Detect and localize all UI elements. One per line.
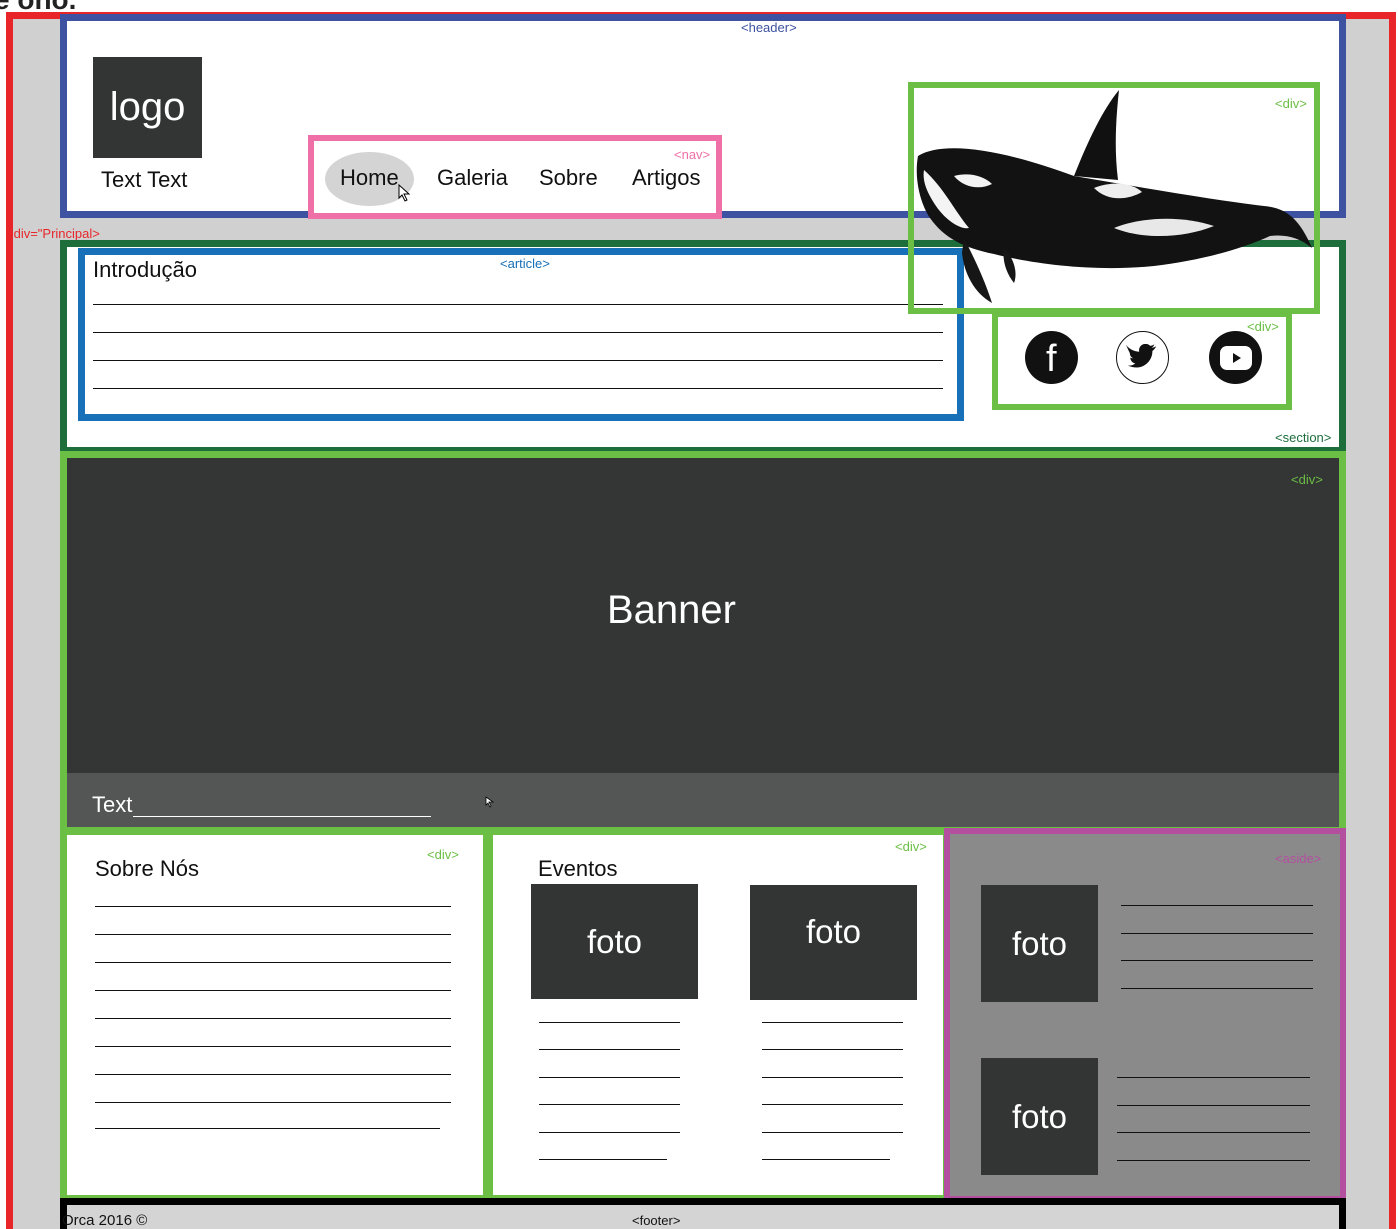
text-placeholder-line [539,1159,667,1160]
text-placeholder-line [95,990,451,991]
article [78,248,964,421]
text-placeholder-line [762,1077,903,1078]
article-title: Introdução [93,257,197,282]
nav-item-home[interactable]: Home [340,165,399,191]
footer-copyright: Orca 2016 © [62,1212,148,1229]
text-placeholder-line [95,1046,451,1047]
nav-item-galeria[interactable]: Galeria [437,165,508,191]
text-placeholder-line [539,1022,680,1023]
text-placeholder-line [1117,1132,1310,1133]
social-div-tag-label: <div> [1247,319,1279,334]
article-tag-label: <article> [500,256,550,271]
principal-tag-label: <div="Principal> [6,226,100,241]
text-placeholder-line [539,1049,680,1050]
whale-div-tag-label: <div> [1275,96,1307,111]
aside-photo[interactable]: foto [981,1058,1098,1175]
mouse-pointer-icon [485,796,495,808]
about-title: Sobre Nós [95,856,199,881]
text-placeholder-line [1117,1105,1310,1106]
logo[interactable]: logo [93,57,202,158]
nav-item-artigos[interactable]: Artigos [632,165,700,191]
aside-tag-label: <aside> [1275,851,1322,866]
text-placeholder-line [93,304,943,305]
text-placeholder-line [95,1018,451,1019]
aside-photo[interactable]: foto [981,885,1098,1002]
text-placeholder-line [93,388,943,389]
orca-image-container [908,82,1320,314]
event-photo[interactable]: foto [531,884,698,999]
text-placeholder-line [539,1077,680,1078]
banner-caption: Text [92,792,133,817]
text-placeholder-line [1121,905,1313,906]
text-placeholder-line [762,1022,903,1023]
twitter-icon[interactable] [1116,331,1169,384]
events-div-tag-label: <div> [895,839,927,854]
about-div-tag-label: <div> [427,847,459,862]
facebook-icon[interactable]: f [1025,331,1078,384]
text-placeholder-line [762,1132,903,1133]
text-placeholder-line [95,1128,440,1129]
banner-div-tag-label: <div> [1291,472,1323,487]
text-placeholder-line [1117,1077,1310,1078]
banner-caption-bar [67,773,1339,827]
text-placeholder-line [93,360,943,361]
text-placeholder-line [762,1049,903,1050]
section-tag-label: <section> [1275,430,1332,445]
text-placeholder-line [1121,960,1313,961]
nav-tag-label: <nav> [674,147,711,162]
text-placeholder-line [95,934,451,935]
text-placeholder-line [762,1159,890,1160]
svg-text:f: f [1046,339,1057,377]
text-placeholder-line [95,962,451,963]
youtube-icon[interactable] [1209,331,1262,384]
caption-placeholder-line [133,816,431,817]
text-placeholder-line [95,1102,451,1103]
footer-tag-label: <footer> [632,1213,681,1228]
logo-subtitle: Text Text [101,167,188,192]
about-section [60,828,490,1202]
text-placeholder-line [1121,933,1313,934]
text-placeholder-line [95,1074,451,1075]
nav-item-sobre[interactable]: Sobre [539,165,598,191]
events-title: Eventos [538,856,618,881]
event-photo[interactable]: foto [750,885,917,1000]
text-placeholder-line [1117,1160,1310,1161]
text-placeholder-line [95,906,451,907]
text-placeholder-line [539,1104,680,1105]
text-placeholder-line [762,1104,903,1105]
text-placeholder-line [1121,988,1313,989]
footer [60,1198,1346,1229]
text-placeholder-line [539,1132,680,1133]
mouse-cursor-icon [398,184,411,202]
banner-title: Banner [607,588,736,632]
text-placeholder-line [93,332,943,333]
header-tag-label: <header> [741,20,797,35]
